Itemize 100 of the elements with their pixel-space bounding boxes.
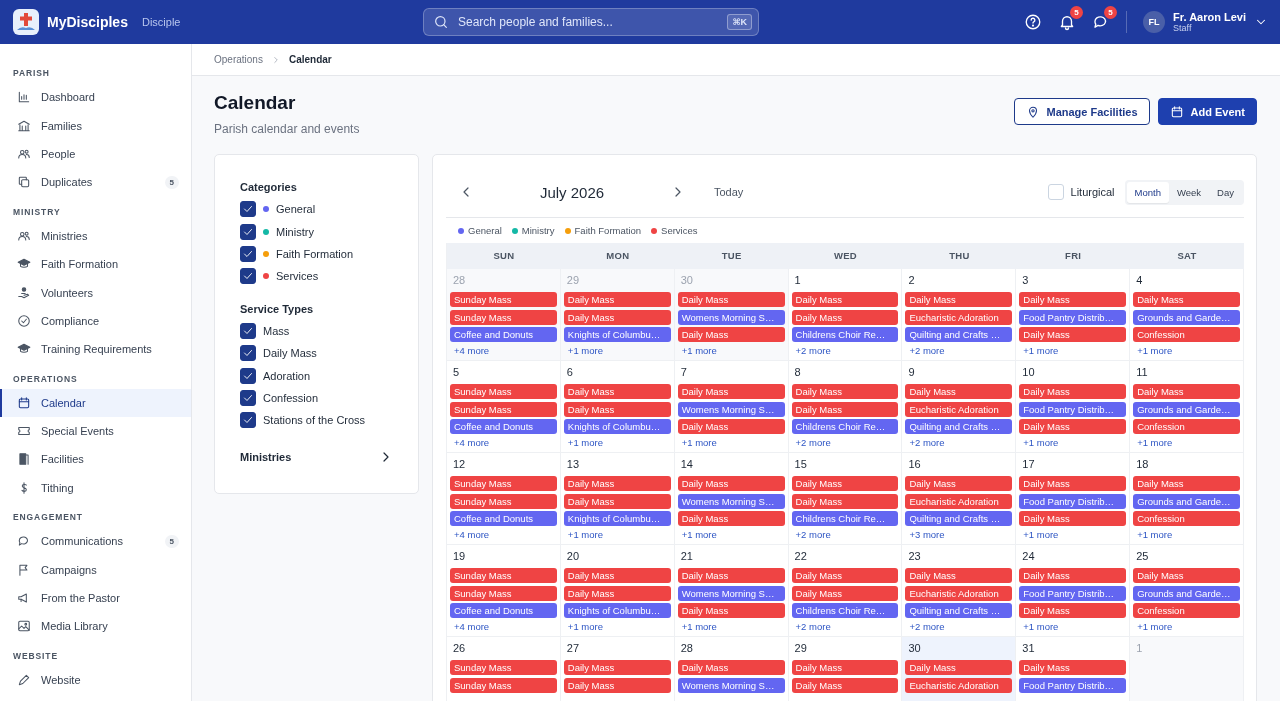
event-chip[interactable]: Womens Morning S…: [677, 585, 785, 601]
event-chip[interactable]: Daily Mass: [563, 384, 671, 399]
event-chip[interactable]: Daily Mass: [791, 677, 899, 693]
sidebar-item[interactable]: Families: [0, 111, 191, 140]
event-chip[interactable]: Knights of Columbu…: [563, 511, 671, 527]
event-chip[interactable]: Daily Mass: [905, 660, 1013, 675]
event-chip[interactable]: Confession: [1133, 327, 1240, 343]
add-event-button[interactable]: Add Event: [1157, 98, 1257, 125]
sidebar-item[interactable]: Ministries: [0, 221, 191, 250]
event-chip[interactable]: Sunday Mass: [450, 585, 557, 601]
event-chip[interactable]: Eucharistic Adoration: [905, 493, 1013, 509]
event-chip[interactable]: Knights of Columbu…: [563, 419, 671, 435]
event-chip[interactable]: Daily Mass: [1133, 292, 1240, 307]
event-chip[interactable]: Daily Mass: [677, 603, 785, 619]
event-chip[interactable]: Eucharistic Adoration: [905, 585, 1013, 601]
event-chip[interactable]: Daily Mass: [677, 327, 785, 343]
event-chip[interactable]: Grounds and Garde…: [1133, 401, 1240, 417]
sidebar-item[interactable]: Media Library: [0, 612, 191, 641]
event-chip[interactable]: Childrens Choir Re…: [791, 511, 899, 527]
event-chip[interactable]: Confession: [1133, 603, 1240, 619]
sidebar-item[interactable]: Campaigns: [0, 555, 191, 584]
event-chip[interactable]: Eucharistic Adoration: [905, 309, 1013, 325]
more-link[interactable]: +1 more: [677, 620, 785, 632]
ministries-toggle[interactable]: Ministries: [240, 448, 394, 465]
event-chip[interactable]: Daily Mass: [905, 292, 1013, 307]
more-link[interactable]: +1 more: [563, 620, 671, 632]
event-chip[interactable]: Daily Mass: [563, 585, 671, 601]
sidebar-item[interactable]: Website: [0, 665, 191, 695]
event-chip[interactable]: Sunday Mass: [450, 384, 557, 399]
more-link[interactable]: +4 more: [450, 620, 557, 632]
more-link[interactable]: +1 more: [677, 436, 785, 448]
more-link[interactable]: +1 more: [677, 344, 785, 356]
view-tab[interactable]: Week: [1168, 181, 1210, 203]
event-chip[interactable]: Food Pantry Distrib…: [1019, 677, 1127, 693]
event-chip[interactable]: Daily Mass: [1019, 384, 1127, 399]
event-chip[interactable]: Childrens Choir Re…: [791, 327, 899, 343]
sidebar-item[interactable]: Communications 5: [0, 527, 191, 556]
event-chip[interactable]: Daily Mass: [677, 511, 785, 527]
sidebar-item[interactable]: From the Pastor: [0, 583, 191, 613]
more-link[interactable]: +2 more: [905, 344, 1013, 356]
event-chip[interactable]: Sunday Mass: [450, 660, 557, 675]
more-link[interactable]: +1 more: [677, 528, 785, 540]
view-tab[interactable]: Day: [1209, 181, 1242, 203]
event-chip[interactable]: Daily Mass: [1019, 660, 1127, 675]
event-chip[interactable]: Confession: [1133, 419, 1240, 435]
event-chip[interactable]: Childrens Choir Re…: [791, 603, 899, 619]
sidebar-item[interactable]: Special Events: [0, 416, 191, 446]
event-chip[interactable]: Daily Mass: [1019, 568, 1127, 583]
event-chip[interactable]: Sunday Mass: [450, 568, 557, 583]
event-chip[interactable]: Daily Mass: [791, 309, 899, 325]
sidebar-item[interactable]: Training Requirements: [0, 335, 191, 364]
event-chip[interactable]: Daily Mass: [791, 476, 899, 491]
more-link[interactable]: +1 more: [1019, 528, 1127, 540]
checkbox[interactable]: [240, 223, 256, 240]
event-chip[interactable]: Daily Mass: [791, 660, 899, 675]
sidebar-item[interactable]: People: [0, 139, 191, 169]
event-chip[interactable]: Daily Mass: [1019, 327, 1127, 343]
event-chip[interactable]: Daily Mass: [677, 384, 785, 399]
more-link[interactable]: +1 more: [1133, 528, 1240, 540]
event-chip[interactable]: Quilting and Crafts …: [905, 327, 1013, 343]
event-chip[interactable]: Daily Mass: [563, 309, 671, 325]
help-icon[interactable]: [1024, 13, 1043, 31]
checkbox[interactable]: [240, 412, 256, 429]
event-chip[interactable]: Grounds and Garde…: [1133, 585, 1240, 601]
event-chip[interactable]: Daily Mass: [791, 568, 899, 583]
event-chip[interactable]: Daily Mass: [791, 493, 899, 509]
more-link[interactable]: +4 more: [450, 436, 557, 448]
event-chip[interactable]: Daily Mass: [1133, 476, 1240, 491]
event-chip[interactable]: Sunday Mass: [450, 493, 557, 509]
event-chip[interactable]: Daily Mass: [563, 660, 671, 675]
event-chip[interactable]: Daily Mass: [791, 384, 899, 399]
event-chip[interactable]: Coffee and Donuts: [450, 419, 557, 435]
breadcrumb-link[interactable]: Calendar: [288, 54, 332, 65]
event-chip[interactable]: Eucharistic Adoration: [905, 677, 1013, 693]
event-chip[interactable]: Sunday Mass: [450, 292, 557, 307]
event-chip[interactable]: Womens Morning S…: [677, 401, 785, 417]
event-chip[interactable]: Daily Mass: [1019, 476, 1127, 491]
sidebar-item[interactable]: Duplicates 5: [0, 168, 191, 197]
event-chip[interactable]: Knights of Columbu…: [563, 327, 671, 343]
event-chip[interactable]: Quilting and Crafts …: [905, 419, 1013, 435]
event-chip[interactable]: Daily Mass: [563, 401, 671, 417]
event-chip[interactable]: Daily Mass: [1019, 292, 1127, 307]
more-link[interactable]: +1 more: [563, 436, 671, 448]
event-chip[interactable]: Daily Mass: [677, 476, 785, 491]
checkbox[interactable]: [240, 268, 256, 285]
event-chip[interactable]: Quilting and Crafts …: [905, 511, 1013, 527]
checkbox[interactable]: [240, 367, 256, 384]
event-chip[interactable]: Food Pantry Distrib…: [1019, 309, 1127, 325]
event-chip[interactable]: Confession: [1133, 511, 1240, 527]
event-chip[interactable]: Childrens Choir Re…: [791, 419, 899, 435]
event-chip[interactable]: Grounds and Garde…: [1133, 493, 1240, 509]
more-link[interactable]: +1 more: [1019, 436, 1127, 448]
more-link[interactable]: +4 more: [450, 528, 557, 540]
event-chip[interactable]: Knights of Columbu…: [563, 603, 671, 619]
more-link[interactable]: +2 more: [791, 344, 899, 356]
event-chip[interactable]: Daily Mass: [1019, 603, 1127, 619]
event-chip[interactable]: Sunday Mass: [450, 401, 557, 417]
event-chip[interactable]: Sunday Mass: [450, 476, 557, 491]
more-link[interactable]: +2 more: [905, 436, 1013, 448]
event-chip[interactable]: Daily Mass: [677, 292, 785, 307]
